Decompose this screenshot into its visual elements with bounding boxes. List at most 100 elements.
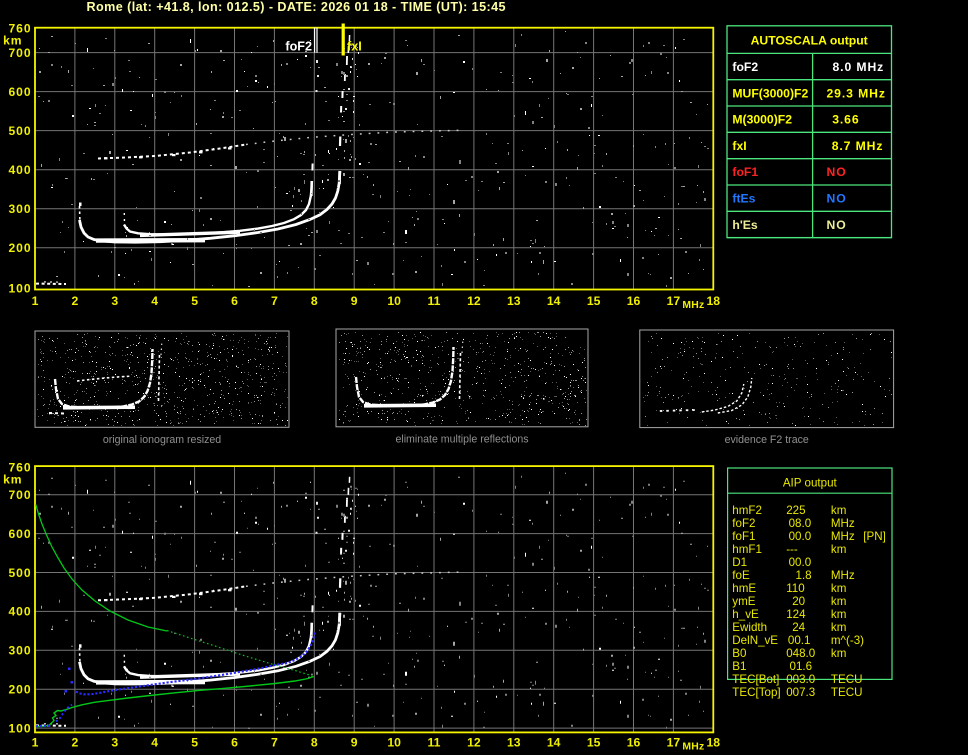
svg-text:foE: foE <box>732 569 750 582</box>
svg-text:6: 6 <box>231 294 238 308</box>
svg-text:18: 18 <box>707 736 721 750</box>
svg-text:ymE: ymE <box>732 595 755 608</box>
svg-text:foF1: foF1 <box>732 530 755 543</box>
svg-text:M(3000)F2: M(3000)F2 <box>732 113 792 127</box>
svg-text:---: --- <box>786 543 798 556</box>
svg-text:3: 3 <box>111 736 118 750</box>
svg-text:15: 15 <box>587 294 601 308</box>
svg-text:original ionogram resized: original ionogram resized <box>103 434 221 446</box>
svg-text:MUF(3000)F2: MUF(3000)F2 <box>732 86 808 100</box>
svg-text:1: 1 <box>32 736 39 750</box>
svg-text:500: 500 <box>8 124 31 138</box>
svg-text:110: 110 <box>786 582 804 595</box>
svg-text:8.0 MHz: 8.0 MHz <box>833 60 885 74</box>
svg-text:400: 400 <box>8 605 31 619</box>
svg-text:18: 18 <box>707 294 721 308</box>
svg-text:foF1: foF1 <box>732 165 758 179</box>
svg-text:foF2: foF2 <box>732 517 755 530</box>
svg-text:14: 14 <box>547 294 561 308</box>
svg-text:hmF1: hmF1 <box>732 543 762 556</box>
svg-text:13: 13 <box>507 736 521 750</box>
svg-text:10: 10 <box>387 294 401 308</box>
svg-text:[PN]: [PN] <box>863 530 886 543</box>
svg-text:11: 11 <box>428 294 441 308</box>
svg-text:048.0: 048.0 <box>786 647 815 660</box>
svg-text:17: 17 <box>667 294 681 308</box>
svg-text:km: km <box>831 621 846 634</box>
svg-text:1: 1 <box>32 294 39 308</box>
svg-text:fxI: fxI <box>732 139 746 153</box>
svg-text:DelN_vE: DelN_vE <box>732 634 778 647</box>
svg-text:8: 8 <box>311 294 318 308</box>
svg-text:16: 16 <box>627 736 641 750</box>
svg-text:200: 200 <box>8 683 31 697</box>
svg-text:km: km <box>831 582 846 595</box>
svg-text:hmE: hmE <box>732 582 756 595</box>
svg-text:29.3 MHz: 29.3 MHz <box>827 86 886 100</box>
svg-text:m^(-3): m^(-3) <box>831 634 864 647</box>
svg-text:14: 14 <box>547 736 561 750</box>
svg-text:NO: NO <box>827 192 847 206</box>
svg-text:km: km <box>831 543 846 556</box>
svg-text:124: 124 <box>786 608 806 621</box>
svg-text:D1: D1 <box>732 556 747 569</box>
svg-text:10: 10 <box>387 736 401 750</box>
svg-text:7: 7 <box>271 736 278 750</box>
svg-text:13: 13 <box>507 294 521 308</box>
svg-text:300: 300 <box>8 202 31 216</box>
svg-text:km: km <box>3 472 22 486</box>
svg-text:eliminate multiple reflections: eliminate multiple reflections <box>395 433 528 445</box>
svg-text:AUTOSCALA output: AUTOSCALA output <box>751 34 868 48</box>
svg-text:300: 300 <box>8 644 31 658</box>
svg-text:100: 100 <box>8 721 31 735</box>
svg-text:TEC[Top]: TEC[Top] <box>732 686 780 699</box>
svg-text:foF2: foF2 <box>285 40 312 54</box>
svg-text:17: 17 <box>667 736 681 750</box>
svg-text:B0: B0 <box>732 647 746 660</box>
svg-text:5: 5 <box>191 736 198 750</box>
svg-text:01.6: 01.6 <box>790 660 813 673</box>
svg-text:TEC[Bot]: TEC[Bot] <box>732 673 779 686</box>
svg-text:km: km <box>831 504 846 517</box>
svg-text:evidence F2 trace: evidence F2 trace <box>725 434 809 446</box>
svg-text:200: 200 <box>8 241 31 255</box>
svg-text:600: 600 <box>8 527 31 541</box>
svg-text:225: 225 <box>786 504 805 517</box>
svg-text:hmF2: hmF2 <box>732 504 762 517</box>
svg-text:11: 11 <box>428 736 441 750</box>
svg-text:NO: NO <box>827 218 847 232</box>
svg-text:15: 15 <box>587 736 601 750</box>
svg-text:100: 100 <box>8 281 31 295</box>
svg-text:AIP output: AIP output <box>783 477 838 490</box>
svg-text:km: km <box>831 647 846 660</box>
svg-text:4: 4 <box>151 294 158 308</box>
svg-text:007.3: 007.3 <box>786 686 815 699</box>
svg-text:km: km <box>831 595 846 608</box>
svg-text:16: 16 <box>627 294 641 308</box>
svg-text:h'Es: h'Es <box>732 218 757 232</box>
svg-text:foF2: foF2 <box>732 60 758 74</box>
svg-text:9: 9 <box>351 294 358 308</box>
svg-text:9: 9 <box>351 736 358 750</box>
svg-text:MHz: MHz <box>682 742 704 753</box>
svg-text:ftEs: ftEs <box>732 192 755 206</box>
svg-text:24: 24 <box>792 621 805 634</box>
svg-text:700: 700 <box>8 488 31 502</box>
svg-text:MHz: MHz <box>831 530 855 543</box>
svg-text:500: 500 <box>8 566 31 580</box>
svg-text:h_vE: h_vE <box>732 608 759 621</box>
svg-text:3: 3 <box>111 294 118 308</box>
svg-text:12: 12 <box>467 294 481 308</box>
svg-text:600: 600 <box>8 85 31 99</box>
svg-text:003.0: 003.0 <box>786 673 815 686</box>
svg-text:B1: B1 <box>732 660 746 673</box>
svg-text:km: km <box>831 608 846 621</box>
svg-text:700: 700 <box>8 46 31 60</box>
svg-text:MHz: MHz <box>831 569 855 582</box>
svg-text:20: 20 <box>792 595 805 608</box>
svg-text:8.7 MHz: 8.7 MHz <box>832 139 884 153</box>
svg-text:5: 5 <box>191 294 198 308</box>
svg-text:00.0: 00.0 <box>789 556 812 569</box>
svg-text:8: 8 <box>311 736 318 750</box>
svg-text:Ewidth: Ewidth <box>732 621 767 634</box>
